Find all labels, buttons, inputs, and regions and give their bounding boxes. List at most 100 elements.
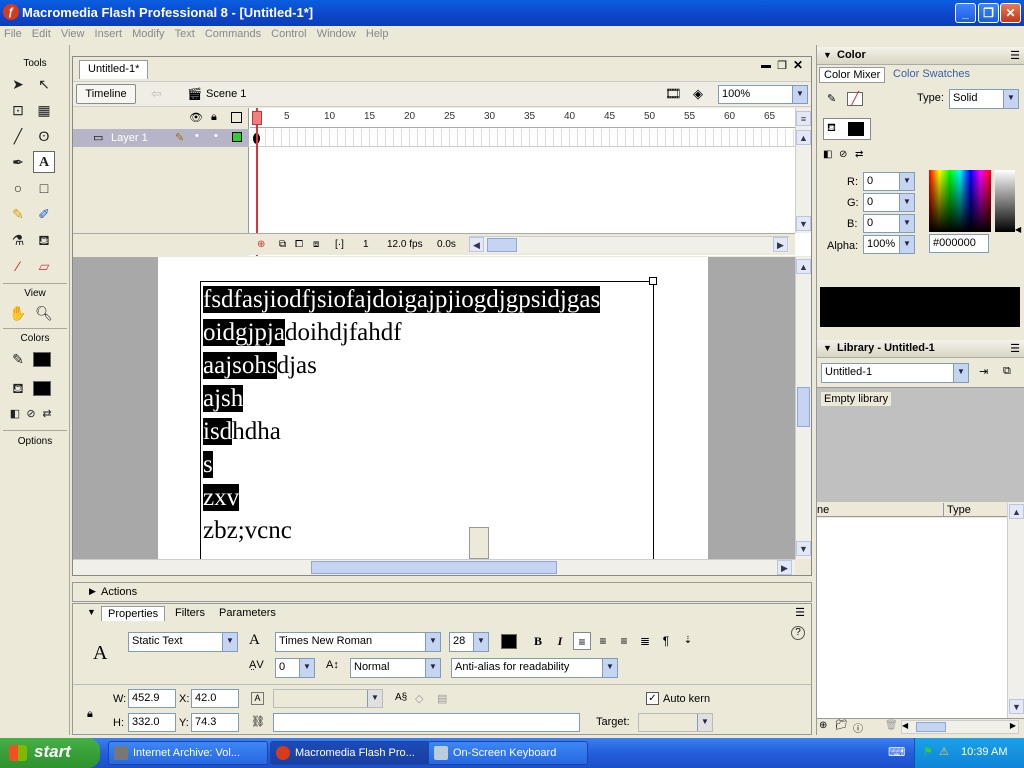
collapse-triangle-icon[interactable]: ▼	[87, 607, 96, 617]
taskbar-item-flash[interactable]: Macromedia Flash Pro...	[270, 741, 430, 765]
new-library-icon[interactable]: ⧉	[1003, 365, 1011, 378]
green-input[interactable]: 0 ▼	[863, 193, 915, 212]
stage-vertical-scrollbar[interactable]: ▲ ▼	[795, 257, 811, 559]
alpha-input[interactable]: 100% ▼	[863, 235, 915, 254]
back-arrow-icon[interactable]: ⇦	[151, 86, 162, 102]
menu-insert[interactable]: Insert	[91, 26, 126, 40]
edit-symbols-icon[interactable]: ◈	[693, 86, 703, 102]
swap-colors-icon[interactable]: ⇄	[36, 403, 58, 425]
selectable-icon[interactable]: A§	[395, 692, 407, 703]
menu-text[interactable]: Text	[171, 26, 198, 40]
layer-frames[interactable]	[250, 129, 795, 147]
red-input[interactable]: 0 ▼	[863, 172, 915, 191]
brightness-slider[interactable]	[995, 170, 1015, 232]
scroll-right-icon[interactable]: ▶	[773, 237, 788, 252]
menu-edit[interactable]: Edit	[28, 26, 54, 40]
lock-icon[interactable]: 🔒︎	[87, 708, 93, 721]
timeline-button[interactable]: Timeline	[76, 84, 136, 104]
stage-horizontal-scrollbar[interactable]: ▶	[73, 559, 795, 575]
blue-input[interactable]: 0 ▼	[863, 214, 915, 233]
url-input[interactable]	[273, 713, 580, 732]
text-tool-icon[interactable]: A	[33, 151, 55, 173]
gradient-transform-tool-icon[interactable]: ▦	[33, 99, 55, 121]
new-symbol-icon[interactable]: ⊕	[819, 720, 827, 731]
taskbar-item-keyboard[interactable]: On-Screen Keyboard	[428, 741, 588, 765]
menu-control[interactable]: Control	[267, 26, 309, 40]
rectangle-tool-icon[interactable]: □	[33, 177, 55, 199]
zoom-tool-icon[interactable]: 🔍︎	[33, 302, 55, 324]
onion-markers-icon[interactable]: [·]	[335, 239, 344, 250]
scroll-left-icon[interactable]: ◀	[469, 237, 484, 252]
scroll-up-arrow-icon[interactable]: ▲	[796, 130, 811, 145]
panel-menu-icon[interactable]: ☰	[795, 606, 805, 619]
start-button[interactable]: start	[0, 738, 100, 768]
clock[interactable]: 10:39 AM	[961, 746, 1007, 758]
onion-skin-icon[interactable]: ⧉	[279, 239, 286, 250]
actions-panel-header[interactable]: ▶ Actions	[72, 582, 812, 602]
menu-modify[interactable]: Modify	[128, 26, 167, 40]
center-frame-icon[interactable]: ⊕	[257, 239, 265, 250]
font-select[interactable]: Times New Roman ▼	[275, 632, 441, 652]
eye-icon[interactable]: 👁︎	[189, 111, 203, 124]
swap-colors-icon[interactable]: ⇄	[855, 149, 863, 160]
italic-button[interactable]: I	[551, 632, 569, 650]
frame-rate[interactable]: 12.0 fps	[387, 239, 423, 250]
library-list[interactable]	[817, 518, 1007, 718]
antialias-select[interactable]: Anti-alias for readability ▼	[451, 658, 618, 678]
brightness-pointer-icon[interactable]: ◀	[1015, 225, 1021, 234]
tab-parameters[interactable]: Parameters	[213, 606, 282, 620]
default-colors-icon[interactable]: ◧	[823, 149, 832, 160]
library-vertical-scrollbar[interactable]: ▲ ▼	[1007, 503, 1024, 718]
library-panel-header[interactable]: ▼ Library - Untitled-1	[817, 340, 1024, 358]
free-transform-tool-icon[interactable]: ⊡	[7, 99, 29, 121]
eyedropper-tool-icon[interactable]: ⁄	[7, 255, 29, 277]
font-size-slider[interactable]	[469, 527, 489, 559]
color-spectrum[interactable]	[929, 170, 991, 232]
paragraph-icon[interactable]: ¶	[657, 632, 675, 650]
scroll-down-arrow-icon[interactable]: ▼	[796, 216, 811, 231]
width-input[interactable]: 452.9	[128, 689, 176, 708]
scroll-up-arrow-icon[interactable]: ▲	[1009, 504, 1024, 519]
text-field[interactable]: fsdfasjiodfjsiofajdoigajpjiogdjgpsidjgas…	[200, 281, 654, 559]
paint-bucket-tool-icon[interactable]: ⛾	[33, 229, 55, 251]
stage[interactable]: fsdfasjiodfjsiofajdoigajpjiogdjgpsidjgas…	[158, 257, 708, 559]
bold-button[interactable]: B	[529, 632, 547, 650]
delete-icon[interactable]: 🗑︎	[885, 720, 898, 731]
document-tab[interactable]: Untitled-1*	[79, 60, 149, 79]
fill-type-select[interactable]: Solid ▼	[949, 89, 1019, 109]
scroll-down-arrow-icon[interactable]: ▼	[796, 541, 811, 556]
orientation-icon[interactable]: ⇣	[679, 632, 697, 650]
fill-color-swatch[interactable]	[33, 381, 51, 396]
taskbar-item-internet-archive[interactable]: Internet Archive: Vol...	[108, 741, 268, 765]
tab-color-mixer[interactable]: Color Mixer	[819, 67, 886, 83]
x-input[interactable]: 42.0	[191, 689, 239, 708]
subselection-tool-icon[interactable]: ↖	[33, 73, 55, 95]
name-column-header[interactable]: ne	[817, 504, 829, 516]
font-size-input[interactable]: 28 ▼	[449, 632, 489, 652]
pencil-tool-icon[interactable]: ✎	[7, 203, 29, 225]
brush-tool-icon[interactable]: ✐	[33, 203, 55, 225]
tab-color-swatches[interactable]: Color Swatches	[893, 68, 970, 80]
panel-menu-icon[interactable]: ☰	[1010, 49, 1020, 62]
scroll-left-icon[interactable]: ◀	[902, 721, 908, 730]
library-horizontal-scrollbar[interactable]: ◀ ▶	[901, 720, 1019, 734]
scroll-thumb[interactable]	[311, 561, 557, 574]
scroll-up-arrow-icon[interactable]: ▲	[796, 259, 811, 274]
scroll-up-icon[interactable]: ≡	[796, 111, 811, 126]
hand-tool-icon[interactable]: ✋	[7, 302, 29, 324]
menu-file[interactable]: File	[0, 26, 25, 40]
keyboard-tray-icon[interactable]: ⌨	[888, 745, 905, 759]
onion-outlines-icon[interactable]: ⧠	[295, 239, 303, 250]
scroll-thumb[interactable]	[797, 387, 810, 427]
resize-handle[interactable]	[649, 277, 657, 285]
lock-icon[interactable]: 🔒︎	[211, 111, 217, 124]
zoom-select[interactable]: 100% ▼	[718, 85, 808, 104]
help-icon[interactable]: ?	[791, 626, 805, 640]
align-center-button[interactable]: ≡	[594, 632, 612, 650]
menu-view[interactable]: View	[57, 26, 88, 40]
stroke-no-color-swatch[interactable]: ╱	[847, 91, 863, 106]
scroll-down-arrow-icon[interactable]: ▼	[1009, 699, 1024, 714]
color-panel-header[interactable]: ▼ Color	[817, 47, 1024, 65]
auto-kern-checkbox[interactable]: ✓	[646, 692, 659, 705]
pin-library-icon[interactable]: ⇥	[979, 365, 988, 378]
